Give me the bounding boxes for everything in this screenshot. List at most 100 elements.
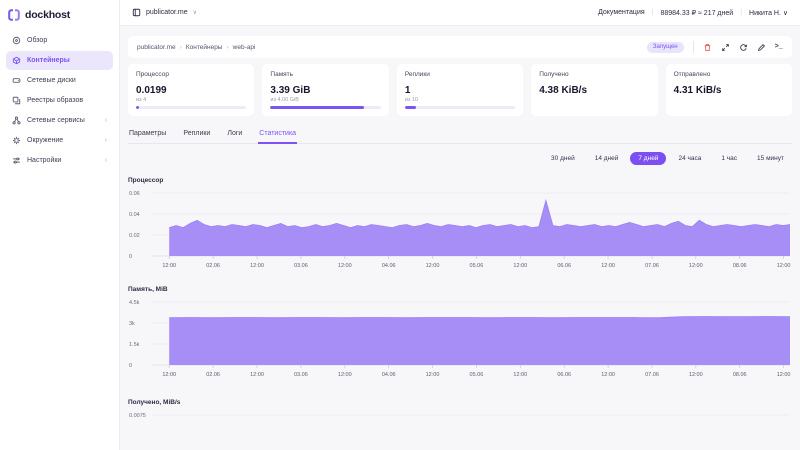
sidebar-item-network-services[interactable]: Сетевые сервисы › xyxy=(6,111,113,130)
svg-text:12:00: 12:00 xyxy=(601,263,615,269)
svg-text:02.06: 02.06 xyxy=(206,263,220,269)
card-sub: из 4 xyxy=(136,97,246,103)
balance-text[interactable]: 88984.33 ₽ ≈ 217 дней xyxy=(660,9,733,17)
svg-text:07.06: 07.06 xyxy=(645,372,659,378)
card-replicas: Реплики 1 из 10 xyxy=(397,64,523,116)
svg-text:02.06: 02.06 xyxy=(206,372,220,378)
card-value: 0.0199 xyxy=(136,85,246,96)
tab-logs[interactable]: Логи xyxy=(226,127,243,144)
restart-icon xyxy=(739,43,748,52)
user-menu[interactable]: Никита Н. ∨ xyxy=(749,9,788,17)
card-cpu: Процессор 0.0199 из 4 xyxy=(128,64,254,116)
svg-text:04.06: 04.06 xyxy=(382,263,396,269)
card-title: Реплики xyxy=(405,71,515,78)
overview-icon xyxy=(12,36,21,45)
sidebar-item-image-registries[interactable]: Реестры образов xyxy=(6,91,113,110)
sidebar-item-label: Настройки xyxy=(27,157,99,164)
environment-icon xyxy=(12,136,21,145)
svg-text:06.06: 06.06 xyxy=(557,263,571,269)
svg-text:0: 0 xyxy=(129,363,132,369)
project-icon xyxy=(132,8,141,17)
range-24h[interactable]: 24 часа xyxy=(670,152,709,165)
card-value: 4.38 KiB/s xyxy=(539,85,649,96)
edit-icon xyxy=(757,43,766,52)
chart-title: Память, MiB xyxy=(128,286,792,293)
network-disks-icon xyxy=(12,76,21,85)
terminal-button[interactable]: >_ xyxy=(775,43,783,51)
received-chart-plot: 0.0075 xyxy=(128,410,792,450)
settings-icon xyxy=(12,156,21,165)
brand-logo[interactable]: dockhost xyxy=(6,6,113,31)
container-toolbar: publicator.me › Контейнеры › web-api Зап… xyxy=(128,36,792,58)
range-14d[interactable]: 14 дней xyxy=(587,152,627,165)
sidebar-item-label: Окружение xyxy=(27,137,99,144)
svg-text:12:00: 12:00 xyxy=(513,263,527,269)
tab-statistics[interactable]: Статистика xyxy=(258,127,297,144)
card-sub: из 10 xyxy=(405,97,515,103)
dockhost-logo-icon xyxy=(8,9,20,21)
svg-text:0: 0 xyxy=(129,254,132,260)
chart-title: Процессор xyxy=(128,177,792,184)
card-title: Получено xyxy=(539,71,649,78)
chevron-right-icon: › xyxy=(105,137,107,144)
chart-title: Получено, MiB/s xyxy=(128,399,792,406)
svg-text:07.06: 07.06 xyxy=(645,263,659,269)
svg-text:12:00: 12:00 xyxy=(162,372,176,378)
breadcrumb-separator: › xyxy=(226,44,228,51)
range-30d[interactable]: 30 дней xyxy=(543,152,583,165)
svg-text:12:00: 12:00 xyxy=(338,372,352,378)
card-title: Процессор xyxy=(136,71,246,78)
restart-button[interactable] xyxy=(739,43,748,52)
project-selector[interactable]: publicator.me ∨ xyxy=(132,8,197,17)
svg-text:0.0075: 0.0075 xyxy=(129,413,146,419)
range-15m[interactable]: 15 минут xyxy=(749,152,792,165)
breadcrumb-project[interactable]: publicator.me xyxy=(137,44,176,51)
svg-text:1.5k: 1.5k xyxy=(129,342,140,348)
tab-parameters[interactable]: Параметры xyxy=(128,127,167,144)
breadcrumb-containers[interactable]: Контейнеры xyxy=(186,44,223,51)
sidebar-item-label: Контейнеры xyxy=(27,57,107,64)
range-1h[interactable]: 1 час xyxy=(713,152,745,165)
sidebar-item-containers[interactable]: Контейнеры xyxy=(6,51,113,70)
delete-button[interactable] xyxy=(703,43,712,52)
svg-text:05.06: 05.06 xyxy=(470,372,484,378)
svg-text:03.06: 03.06 xyxy=(294,263,308,269)
sidebar-item-overview[interactable]: Обзор xyxy=(6,31,113,50)
page-content: publicator.me › Контейнеры › web-api Зап… xyxy=(120,26,800,450)
svg-text:12:00: 12:00 xyxy=(250,263,264,269)
svg-text:3k: 3k xyxy=(129,321,135,327)
svg-text:12:00: 12:00 xyxy=(338,263,352,269)
edit-button[interactable] xyxy=(757,43,766,52)
card-value: 3.39 GiB xyxy=(270,85,380,96)
sidebar-item-network-disks[interactable]: Сетевые диски xyxy=(6,71,113,90)
card-memory: Память 3.39 GiB из 4.00 GiB xyxy=(262,64,388,116)
docs-link[interactable]: Документация xyxy=(598,9,645,16)
app-window: dockhost Обзор Контейнеры Сетевые диски xyxy=(0,0,800,450)
svg-text:03.06: 03.06 xyxy=(294,372,308,378)
brand-name: dockhost xyxy=(25,9,70,21)
sidebar: dockhost Обзор Контейнеры Сетевые диски xyxy=(0,0,120,450)
network-services-icon xyxy=(12,116,21,125)
received-chart: Получено, MiB/s 0.0075 xyxy=(128,399,792,450)
svg-text:4.5k: 4.5k xyxy=(129,300,140,306)
status-badge: Запущен xyxy=(647,42,684,53)
sidebar-item-environment[interactable]: Окружение › xyxy=(6,131,113,150)
chevron-down-icon: ∨ xyxy=(193,9,197,16)
container-actions: Запущен >_ xyxy=(647,41,783,53)
chevron-right-icon: › xyxy=(105,117,107,124)
svg-text:0.06: 0.06 xyxy=(129,191,140,197)
breadcrumb-separator: › xyxy=(180,44,182,51)
memory-chart-plot: 01.5k3k4.5k12:0002.0612:0003.0612:0004.0… xyxy=(128,297,792,383)
svg-text:05.06: 05.06 xyxy=(470,263,484,269)
svg-text:12:00: 12:00 xyxy=(426,372,440,378)
main-area: publicator.me ∨ Документация | 88984.33 … xyxy=(120,0,800,450)
sidebar-item-label: Сетевые сервисы xyxy=(27,117,99,124)
scale-button[interactable] xyxy=(721,43,730,52)
separator: | xyxy=(740,9,742,16)
topbar: publicator.me ∨ Документация | 88984.33 … xyxy=(120,0,800,26)
sidebar-item-label: Сетевые диски xyxy=(27,77,107,84)
sidebar-item-settings[interactable]: Настройки › xyxy=(6,151,113,170)
image-registries-icon xyxy=(12,96,21,105)
tab-replicas[interactable]: Реплики xyxy=(182,127,211,144)
range-7d[interactable]: 7 дней xyxy=(630,152,666,165)
